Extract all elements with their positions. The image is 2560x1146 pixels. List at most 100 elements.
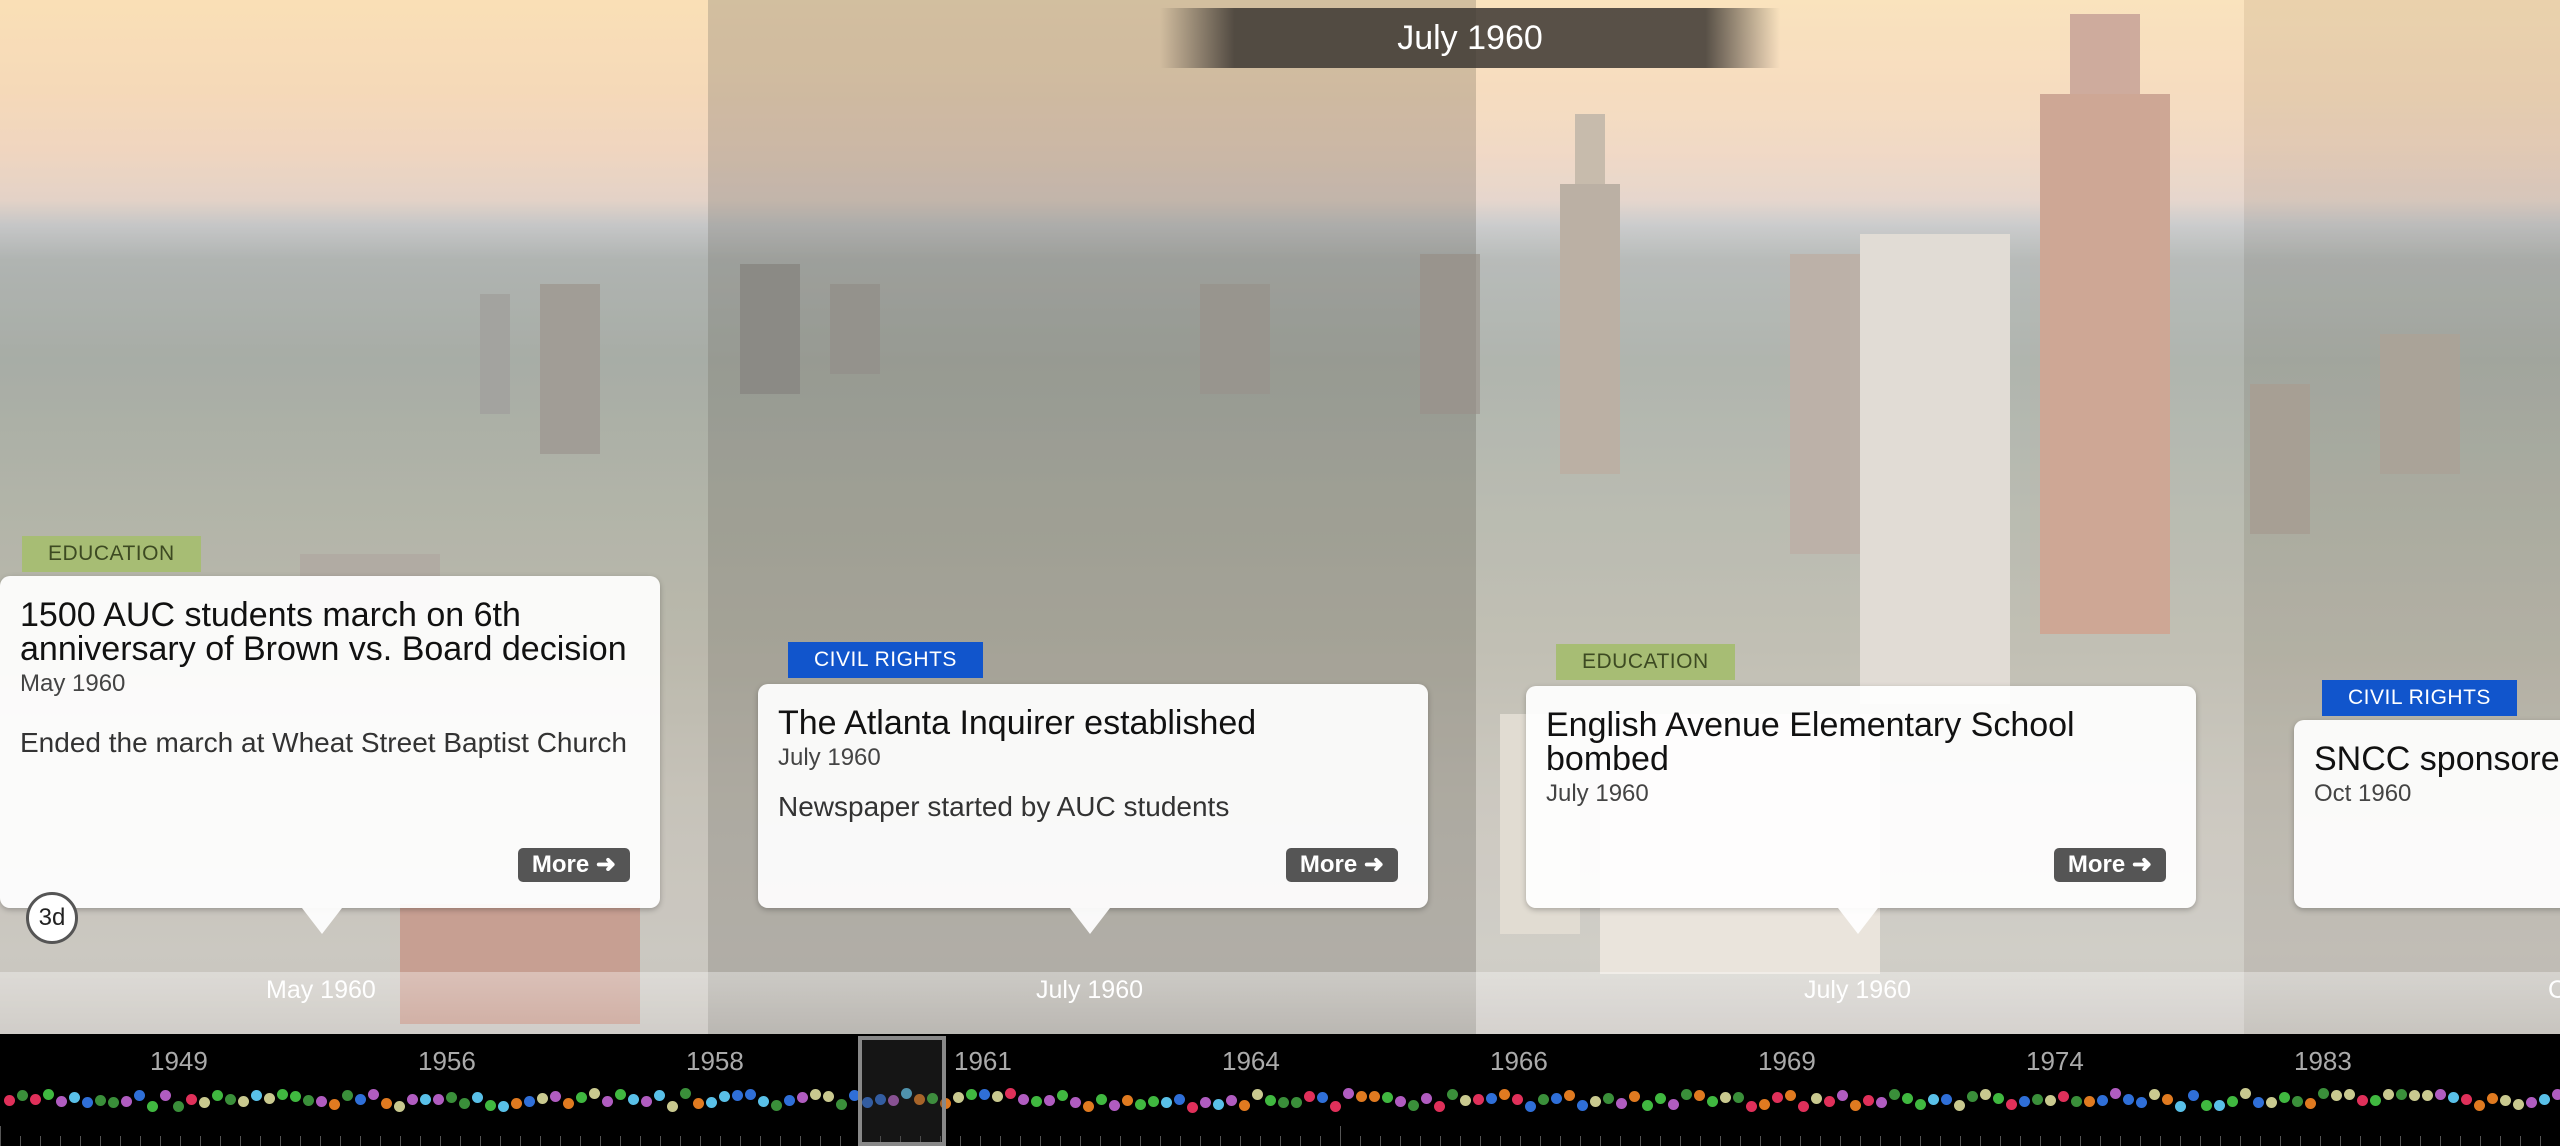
event-marker-dot xyxy=(2136,1097,2147,1108)
event-marker-dot xyxy=(43,1089,54,1100)
event-marker-dot xyxy=(1408,1100,1419,1111)
event-marker-dot xyxy=(121,1096,132,1107)
navigator-tick xyxy=(1780,1136,1781,1146)
event-marker-dot xyxy=(719,1091,730,1102)
event-marker-dot xyxy=(2318,1088,2329,1099)
timeline-navigator[interactable] xyxy=(0,1034,2560,1146)
cluster-count-badge[interactable]: 3d xyxy=(26,892,78,944)
event-marker-dot xyxy=(82,1097,93,1108)
event-marker-dot xyxy=(2214,1100,2225,1111)
event-marker-dot xyxy=(2370,1095,2381,1106)
arrow-right-icon: ➜ xyxy=(2131,851,2152,878)
navigator-tick xyxy=(20,1136,21,1146)
date-strip-label: July 1960 xyxy=(1804,976,1912,1004)
event-marker-dot xyxy=(485,1100,496,1111)
navigator-tick xyxy=(2400,1136,2401,1146)
navigator-tick xyxy=(2060,1136,2061,1146)
event-marker-dot xyxy=(602,1096,613,1107)
event-marker-dot xyxy=(1213,1099,1224,1110)
event-description: Ended the march at Wheat Street Baptist … xyxy=(20,727,627,758)
navigator-tick xyxy=(1820,1136,1821,1146)
event-category-tag: EDUCATION xyxy=(22,536,201,572)
event-marker-dot xyxy=(1954,1100,1965,1111)
event-marker-dot xyxy=(524,1096,535,1107)
event-marker-dot xyxy=(2253,1097,2264,1108)
navigator-tick xyxy=(500,1136,501,1146)
event-marker-dot xyxy=(2227,1096,2238,1107)
event-marker-dot xyxy=(1252,1089,1263,1100)
navigator-tick xyxy=(700,1136,701,1146)
event-marker-dot xyxy=(4,1095,15,1106)
event-marker-dot xyxy=(2357,1095,2368,1106)
event-marker-dot xyxy=(2461,1094,2472,1105)
event-date: May 1960 xyxy=(20,670,126,697)
navigator-tick xyxy=(2140,1136,2141,1146)
navigator-tick xyxy=(2340,1136,2341,1146)
event-marker-dot xyxy=(1343,1088,1354,1099)
event-marker-dot xyxy=(1772,1092,1783,1103)
navigator-tick xyxy=(1040,1136,1041,1146)
event-marker-dot xyxy=(1161,1097,1172,1108)
navigator-tick xyxy=(0,1126,1,1146)
event-marker-dot xyxy=(225,1094,236,1105)
event-title: 1500 AUC students march on 6th anniversa… xyxy=(20,596,627,668)
navigator-viewport-handle[interactable] xyxy=(858,1036,946,1146)
card-pointer xyxy=(1070,908,1110,934)
event-marker-dot xyxy=(2474,1100,2485,1111)
event-marker-dot xyxy=(30,1094,41,1105)
navigator-tick xyxy=(1180,1136,1181,1146)
event-marker-dot xyxy=(1317,1092,1328,1103)
event-marker-dot xyxy=(836,1099,847,1110)
event-card[interactable]: The Atlanta Inquirer established July 19… xyxy=(758,684,1428,934)
navigator-tick xyxy=(1580,1136,1581,1146)
event-marker-dot xyxy=(1811,1093,1822,1104)
card-pointer xyxy=(1838,908,1878,934)
event-marker-dot xyxy=(173,1101,184,1112)
event-category-tag: CIVIL RIGHTS xyxy=(788,642,983,678)
navigator-tick xyxy=(1080,1136,1081,1146)
navigator-tick xyxy=(1740,1136,1741,1146)
event-marker-dot xyxy=(1798,1101,1809,1112)
event-marker-dot xyxy=(1694,1090,1705,1101)
navigator-tick xyxy=(540,1136,541,1146)
event-marker-dot xyxy=(1603,1093,1614,1104)
event-card[interactable]: 1500 AUC students march on 6th anniversa… xyxy=(0,576,660,934)
more-button[interactable]: More ➜ xyxy=(517,848,630,882)
event-marker-dot xyxy=(1577,1100,1588,1111)
event-marker-dot xyxy=(2552,1089,2560,1100)
event-marker-dot xyxy=(1564,1090,1575,1101)
more-button[interactable]: More ➜ xyxy=(1285,848,1398,882)
more-button[interactable]: More ➜ xyxy=(2053,848,2166,882)
navigator-tick xyxy=(1760,1136,1761,1146)
navigator-tick xyxy=(2500,1136,2501,1146)
event-marker-dot xyxy=(1967,1091,1978,1102)
event-marker-dot xyxy=(1486,1093,1497,1104)
event-marker-dot xyxy=(1044,1095,1055,1106)
navigator-tick xyxy=(2380,1136,2381,1146)
event-category-tag: EDUCATION xyxy=(1556,644,1735,680)
event-marker-dot xyxy=(1382,1092,1393,1103)
event-marker-dot xyxy=(1681,1089,1692,1100)
event-marker-dot xyxy=(2487,1093,2498,1104)
event-marker-dot xyxy=(758,1096,769,1107)
event-title: SNCC sponsore xyxy=(2314,740,2560,778)
navigator-tick xyxy=(1980,1136,1981,1146)
event-marker-dot xyxy=(2123,1094,2134,1105)
event-date: Oct 1960 xyxy=(2314,780,2412,807)
event-marker-dot xyxy=(823,1091,834,1102)
navigator-tick xyxy=(2000,1136,2001,1146)
event-marker-dot xyxy=(1356,1091,1367,1102)
event-marker-dot xyxy=(186,1094,197,1105)
event-marker-dot xyxy=(2292,1096,2303,1107)
navigator-tick xyxy=(960,1136,961,1146)
event-marker-dot xyxy=(17,1090,28,1101)
event-marker-dot xyxy=(2422,1090,2433,1101)
event-card[interactable]: English Avenue Elementary School bombed … xyxy=(1526,686,2196,934)
event-marker-dot xyxy=(1733,1092,1744,1103)
navigator-year-label: 1956 xyxy=(418,1046,476,1076)
event-marker-dot xyxy=(420,1094,431,1105)
more-label: More xyxy=(531,851,590,878)
navigator-tick xyxy=(1800,1136,1801,1146)
navigator-tick xyxy=(680,1136,681,1146)
event-card[interactable]: SNCC sponsore Oct 1960 xyxy=(2294,720,2560,908)
